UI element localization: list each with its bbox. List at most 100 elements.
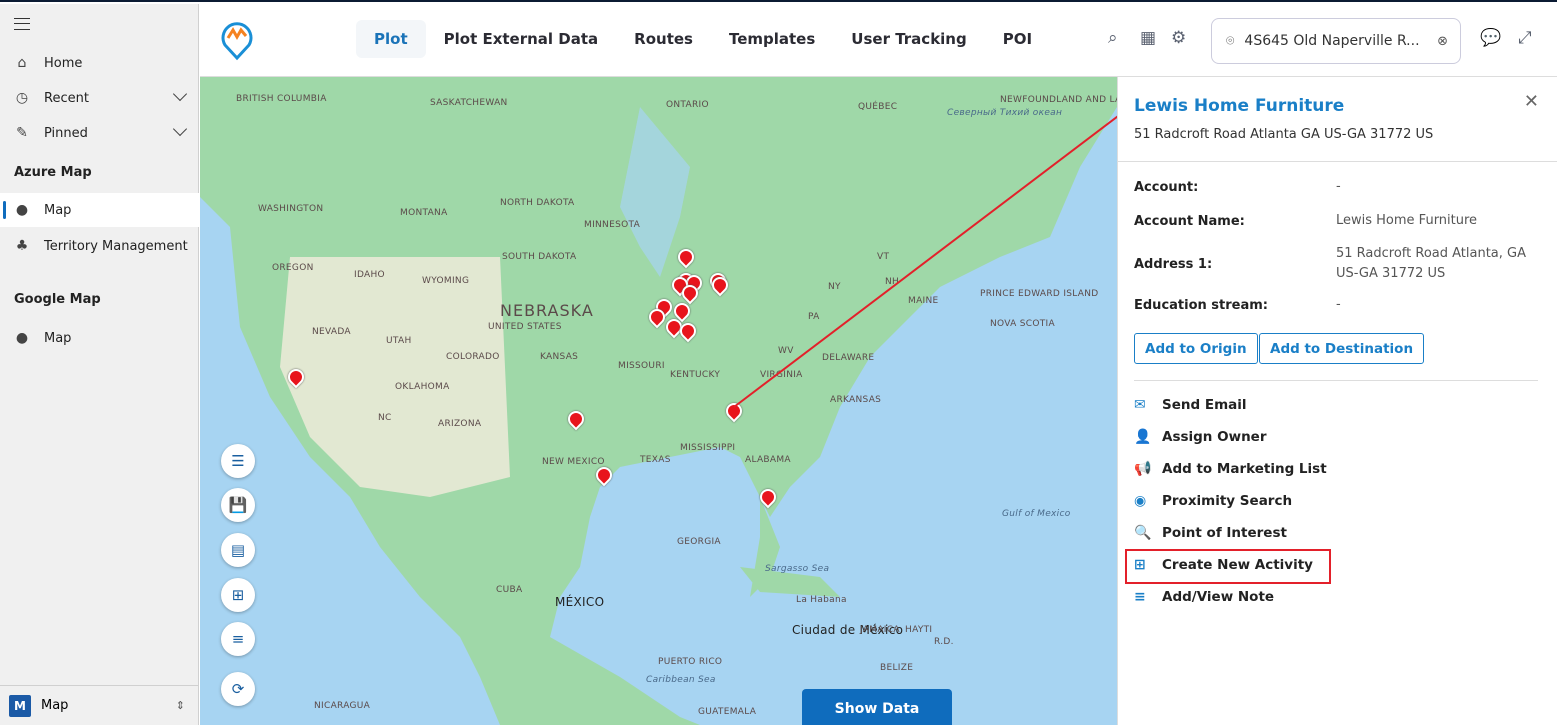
chat-icon[interactable]: 💬 bbox=[1480, 28, 1501, 48]
list-view-button[interactable]: ☰ bbox=[221, 444, 255, 478]
show-data-button[interactable]: Show Data bbox=[802, 689, 952, 725]
document-button[interactable]: ▤ bbox=[221, 533, 255, 567]
map-label: UNITED STATES bbox=[488, 322, 562, 332]
chevron-down-icon[interactable] bbox=[172, 86, 188, 102]
map-label: NH bbox=[885, 277, 900, 287]
address-search-input[interactable]: ⌾ 4S645 Old Naperville R... ⊗ bbox=[1211, 18, 1461, 64]
map-label: DELAWARE bbox=[822, 353, 875, 363]
divider bbox=[1118, 161, 1557, 162]
tab-user-tracking[interactable]: User Tracking bbox=[833, 20, 984, 58]
map-label: Caribbean Sea bbox=[646, 675, 716, 685]
map-label: GUATEMALA bbox=[698, 707, 757, 717]
app-logo bbox=[221, 22, 253, 61]
sidebar-item-territory-management[interactable]: ♣ Territory Management bbox=[0, 229, 199, 263]
field-label: Account Name: bbox=[1134, 214, 1245, 229]
sidebar-item-azure-map[interactable]: ● Map bbox=[0, 193, 199, 227]
map-canvas[interactable]: BRITISH COLUMBIA SASKATCHEWAN ONTARIO QUÉBE… bbox=[200, 77, 1117, 725]
clear-icon[interactable]: ⊗ bbox=[1437, 34, 1448, 49]
map-label: Sargasso Sea bbox=[765, 564, 830, 574]
map-label: MISSISSIPPI bbox=[680, 443, 736, 453]
map-label: QUÉBEC bbox=[858, 102, 898, 112]
address-value: 4S645 Old Naperville R... bbox=[1244, 33, 1420, 49]
user-edit-icon: 👤 bbox=[1134, 429, 1152, 445]
map-label: NEBRASKA bbox=[500, 301, 594, 320]
point-of-interest-action[interactable]: 🔍 Point of Interest bbox=[1134, 525, 1287, 541]
map-label: BRITISH COLUMBIA bbox=[236, 94, 327, 104]
tab-plot[interactable]: Plot bbox=[356, 20, 426, 58]
area-switcher[interactable]: M Map ⇕ bbox=[0, 685, 199, 725]
main-tabs: Plot Plot External Data Routes Templates… bbox=[356, 20, 1050, 58]
map-label: KENTUCKY bbox=[670, 370, 721, 380]
assign-owner-action[interactable]: 👤 Assign Owner bbox=[1134, 429, 1267, 445]
chevron-updown-icon[interactable]: ⇕ bbox=[176, 699, 185, 712]
map-label: NOVA SCOTIA bbox=[990, 319, 1055, 329]
map-marker-icon: ● bbox=[15, 330, 29, 346]
sidebar: ⌂ Home ◷ Recent ✎ Pinned Azure Map ● Map ♣ Te… bbox=[0, 4, 199, 725]
map-label: NEW MEXICO bbox=[542, 457, 605, 467]
label: Territory Management bbox=[44, 238, 188, 254]
numbered-list-button[interactable]: ≡ bbox=[221, 622, 255, 656]
map-label: ONTARIO bbox=[666, 100, 709, 110]
label: Home bbox=[44, 55, 83, 71]
map-label: BELIZE bbox=[880, 663, 914, 673]
map-label: MÉXICO bbox=[555, 595, 605, 609]
send-email-action[interactable]: ✉ Send Email bbox=[1134, 397, 1247, 413]
add-to-marketing-list-action[interactable]: 📢 Add to Marketing List bbox=[1134, 461, 1327, 477]
map-label: UTAH bbox=[386, 336, 412, 346]
add-view-note-action[interactable]: ≡ Add/View Note bbox=[1134, 589, 1274, 605]
top-header: Plot Plot External Data Routes Templates… bbox=[200, 4, 1557, 77]
action-label: Add to Marketing List bbox=[1162, 461, 1327, 477]
grid-button[interactable]: ⊞ bbox=[221, 578, 255, 612]
email-icon: ✉ bbox=[1134, 397, 1146, 413]
add-to-origin-button[interactable]: Add to Origin bbox=[1134, 333, 1258, 364]
poi-search-icon: 🔍 bbox=[1134, 525, 1152, 541]
sidebar-item-google-map[interactable]: ● Map bbox=[0, 321, 199, 355]
search-icon[interactable]: ⌕ bbox=[1108, 28, 1118, 48]
tab-routes[interactable]: Routes bbox=[616, 20, 711, 58]
tab-poi[interactable]: POI bbox=[985, 20, 1050, 58]
highlight-box bbox=[1125, 549, 1331, 584]
divider bbox=[1134, 380, 1538, 381]
land-shapes bbox=[200, 77, 1117, 725]
field-label: Address 1: bbox=[1134, 257, 1213, 272]
close-icon[interactable]: ✕ bbox=[1524, 91, 1539, 112]
field-value: 51 Radcroft Road Atlanta, GA US-GA 31772… bbox=[1336, 246, 1527, 281]
save-button[interactable]: 💾 bbox=[221, 488, 255, 522]
map-label: PRINCE EDWARD ISLAND bbox=[980, 289, 1099, 299]
proximity-search-action[interactable]: ◉ Proximity Search bbox=[1134, 493, 1292, 509]
map-label: JAMAICA bbox=[860, 625, 900, 635]
expand-icon[interactable]: ⤢ bbox=[1518, 28, 1532, 48]
pin-icon: ✎ bbox=[16, 125, 28, 141]
map-label: HAYTI bbox=[905, 625, 933, 635]
map-label: COLORADO bbox=[446, 352, 500, 362]
record-title[interactable]: Lewis Home Furniture bbox=[1134, 96, 1344, 116]
sidebar-item-recent[interactable]: ◷ Recent bbox=[0, 81, 199, 115]
tab-plot-external-data[interactable]: Plot External Data bbox=[426, 20, 617, 58]
map-label: NY bbox=[828, 282, 841, 292]
map-label: Северный Тихий океан bbox=[947, 108, 1063, 118]
calendar-icon[interactable]: ▦ bbox=[1140, 28, 1156, 48]
map-label: NEVADA bbox=[312, 327, 351, 337]
map-label: KANSAS bbox=[540, 352, 579, 362]
gear-icon[interactable]: ⚙ bbox=[1171, 28, 1186, 48]
tab-templates[interactable]: Templates bbox=[711, 20, 833, 58]
refresh-button[interactable]: ⟳ bbox=[221, 672, 255, 706]
record-address: 51 Radcroft Road Atlanta GA US-GA 31772 … bbox=[1134, 127, 1434, 142]
chevron-down-icon[interactable] bbox=[172, 121, 188, 137]
map-label: WV bbox=[778, 346, 794, 356]
sidebar-item-home[interactable]: ⌂ Home bbox=[0, 46, 199, 80]
action-label: Send Email bbox=[1162, 397, 1247, 413]
map-label: WASHINGTON bbox=[258, 204, 324, 214]
area-badge: M bbox=[9, 694, 31, 717]
map-label: ARIZONA bbox=[438, 419, 482, 429]
map-label: OKLAHOMA bbox=[395, 382, 450, 392]
field-value: - bbox=[1336, 179, 1341, 194]
map-label: NEWFOUNDLAND AND LABRADOR bbox=[1000, 95, 1117, 105]
hamburger-menu-icon[interactable] bbox=[14, 18, 30, 30]
section-google-map: Google Map bbox=[14, 292, 101, 307]
map-label: MONTANA bbox=[400, 208, 448, 218]
map-label: CUBA bbox=[496, 585, 523, 595]
add-to-destination-button[interactable]: Add to Destination bbox=[1259, 333, 1425, 364]
sidebar-item-pinned[interactable]: ✎ Pinned bbox=[0, 116, 199, 150]
map-label: NORTH DAKOTA bbox=[500, 198, 575, 208]
